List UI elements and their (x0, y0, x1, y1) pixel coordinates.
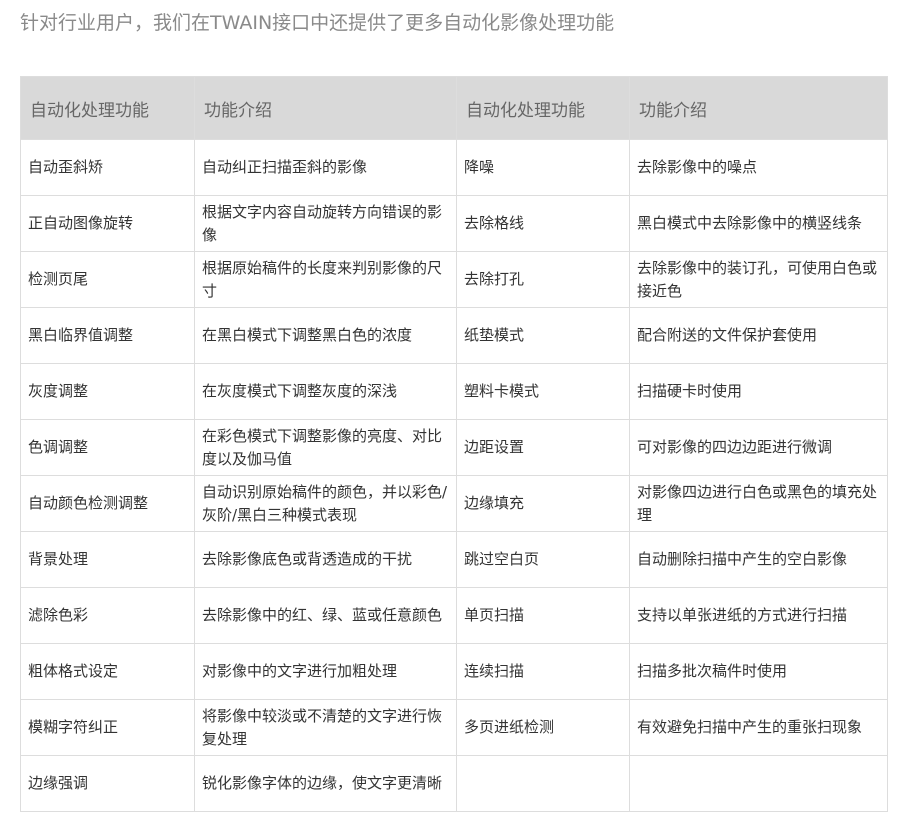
feature-description-cell: 扫描多批次稿件时使用 (629, 643, 888, 700)
feature-table: 自动化处理功能 功能介绍 自动化处理功能 功能介绍 自动歪斜矫 自动纠正扫描歪斜的… (20, 76, 888, 812)
feature-name-cell: 正自动图像旋转 (20, 195, 195, 252)
feature-description-cell: 对影像四边进行白色或黑色的填充处理 (629, 475, 888, 532)
feature-name-cell: 连续扫描 (456, 643, 630, 700)
header-function-2: 自动化处理功能 (456, 76, 630, 140)
feature-description-cell: 去除影像中的噪点 (629, 139, 888, 196)
table-row: 黑白临界值调整 在黑白模式下调整黑白色的浓度 纸垫模式 配合附送的文件保护套使用 (20, 307, 888, 364)
feature-name-cell: 纸垫模式 (456, 307, 630, 364)
feature-name-cell: 降噪 (456, 139, 630, 196)
header-description-1: 功能介绍 (194, 76, 457, 140)
feature-description-cell: 可对影像的四边边距进行微调 (629, 419, 888, 476)
feature-name-cell: 灰度调整 (20, 363, 195, 420)
table-row: 自动颜色检测调整 自动识别原始稿件的颜色，并以彩色/灰阶/黑白三种模式表现 边缘填充… (20, 475, 888, 532)
feature-name-cell (456, 755, 630, 812)
table-header-row: 自动化处理功能 功能介绍 自动化处理功能 功能介绍 (20, 76, 888, 140)
intro-text: 针对行业用户，我们在TWAIN接口中还提供了更多自动化影像处理功能 (20, 12, 615, 34)
feature-name-cell: 模糊字符纠正 (20, 699, 195, 756)
feature-description-cell: 对影像中的文字进行加粗处理 (194, 643, 457, 700)
feature-name-cell: 多页进纸检测 (456, 699, 630, 756)
feature-description-cell: 去除影像中的装订孔，可使用白色或接近色 (629, 251, 888, 308)
feature-description-cell: 扫描硬卡时使用 (629, 363, 888, 420)
feature-name-cell: 色调调整 (20, 419, 195, 476)
feature-description-cell: 有效避免扫描中产生的重张扫现象 (629, 699, 888, 756)
feature-name-cell: 单页扫描 (456, 587, 630, 644)
feature-name-cell: 去除打孔 (456, 251, 630, 308)
feature-description-cell: 锐化影像字体的边缘，使文字更清晰 (194, 755, 457, 812)
table-row: 边缘强调 锐化影像字体的边缘，使文字更清晰 (20, 755, 888, 812)
feature-description-cell: 根据原始稿件的长度来判别影像的尺寸 (194, 251, 457, 308)
feature-description-cell: 在灰度模式下调整灰度的深浅 (194, 363, 457, 420)
feature-name-cell: 粗体格式设定 (20, 643, 195, 700)
feature-name-cell: 边距设置 (456, 419, 630, 476)
feature-name-cell: 去除格线 (456, 195, 630, 252)
feature-description-cell: 去除影像底色或背透造成的干扰 (194, 531, 457, 588)
header-description-2: 功能介绍 (629, 76, 888, 140)
table-row: 背景处理 去除影像底色或背透造成的干扰 跳过空白页 自动删除扫描中产生的空白影像 (20, 531, 888, 588)
feature-description-cell: 根据文字内容自动旋转方向错误的影像 (194, 195, 457, 252)
feature-description-cell: 将影像中较淡或不清楚的文字进行恢复处理 (194, 699, 457, 756)
feature-name-cell: 黑白临界值调整 (20, 307, 195, 364)
header-function-1: 自动化处理功能 (20, 76, 195, 140)
table-row: 自动歪斜矫 自动纠正扫描歪斜的影像 降噪 去除影像中的噪点 (20, 139, 888, 196)
feature-description-cell: 配合附送的文件保护套使用 (629, 307, 888, 364)
feature-name-cell: 自动颜色检测调整 (20, 475, 195, 532)
table-row: 检测页尾 根据原始稿件的长度来判别影像的尺寸 去除打孔 去除影像中的装订孔，可使用白色… (20, 251, 888, 308)
feature-description-cell: 自动识别原始稿件的颜色，并以彩色/灰阶/黑白三种模式表现 (194, 475, 457, 532)
feature-description-cell: 支持以单张进纸的方式进行扫描 (629, 587, 888, 644)
table-row: 灰度调整 在灰度模式下调整灰度的深浅 塑料卡模式 扫描硬卡时使用 (20, 363, 888, 420)
feature-name-cell: 滤除色彩 (20, 587, 195, 644)
feature-description-cell: 去除影像中的红、绿、蓝或任意颜色 (194, 587, 457, 644)
feature-name-cell: 背景处理 (20, 531, 195, 588)
feature-description-cell (629, 755, 888, 812)
table-row: 模糊字符纠正 将影像中较淡或不清楚的文字进行恢复处理 多页进纸检测 有效避免扫描中产生… (20, 699, 888, 756)
table-row: 粗体格式设定 对影像中的文字进行加粗处理 连续扫描 扫描多批次稿件时使用 (20, 643, 888, 700)
feature-name-cell: 自动歪斜矫 (20, 139, 195, 196)
feature-description-cell: 在彩色模式下调整影像的亮度、对比度以及伽马值 (194, 419, 457, 476)
feature-name-cell: 边缘填充 (456, 475, 630, 532)
feature-description-cell: 自动删除扫描中产生的空白影像 (629, 531, 888, 588)
feature-name-cell: 跳过空白页 (456, 531, 630, 588)
feature-description-cell: 黑白模式中去除影像中的横竖线条 (629, 195, 888, 252)
feature-name-cell: 检测页尾 (20, 251, 195, 308)
feature-description-cell: 自动纠正扫描歪斜的影像 (194, 139, 457, 196)
table-row: 色调调整 在彩色模式下调整影像的亮度、对比度以及伽马值 边距设置 可对影像的四边边距进… (20, 419, 888, 476)
table-row: 正自动图像旋转 根据文字内容自动旋转方向错误的影像 去除格线 黑白模式中去除影像中的横… (20, 195, 888, 252)
feature-name-cell: 边缘强调 (20, 755, 195, 812)
feature-description-cell: 在黑白模式下调整黑白色的浓度 (194, 307, 457, 364)
feature-name-cell: 塑料卡模式 (456, 363, 630, 420)
table-row: 滤除色彩 去除影像中的红、绿、蓝或任意颜色 单页扫描 支持以单张进纸的方式进行扫描 (20, 587, 888, 644)
